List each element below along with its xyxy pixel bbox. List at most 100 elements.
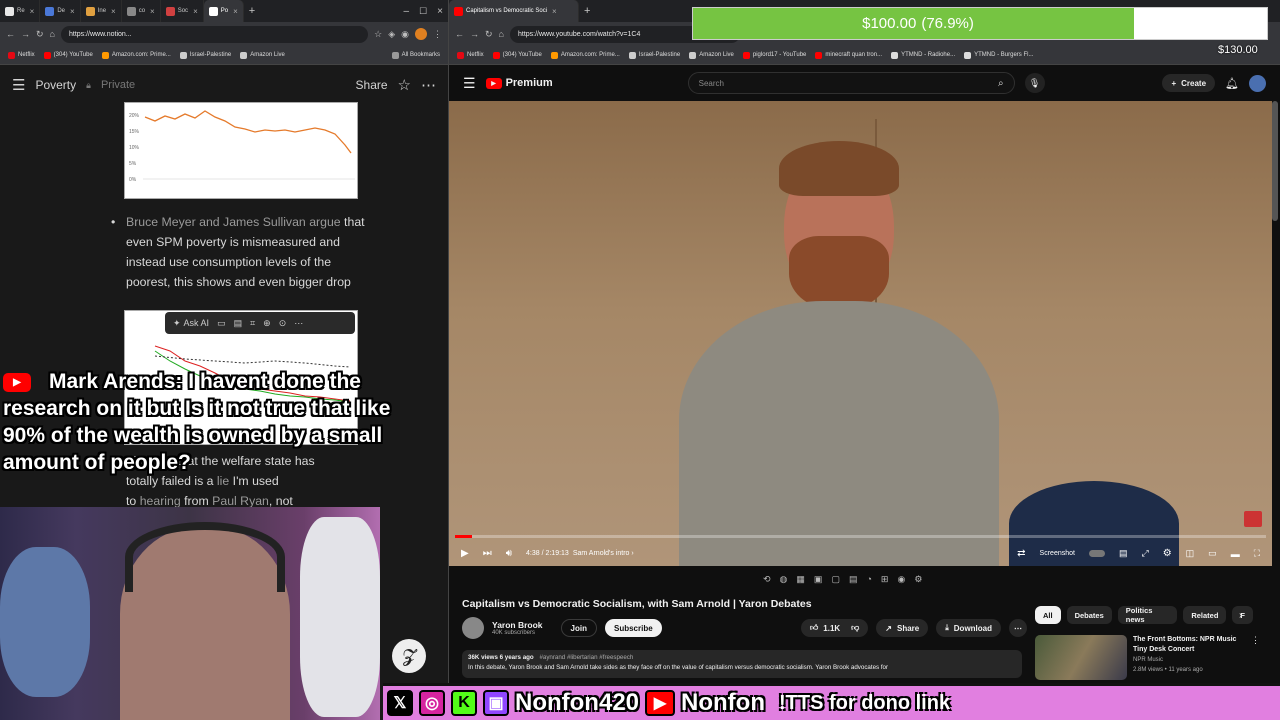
more-icon[interactable]: ⋯ [294, 318, 303, 329]
cast-icon[interactable]: ▬ [1231, 549, 1240, 559]
bookmark-ytmnd-burgers[interactable]: YTMND - Burgers Fl... [964, 51, 1033, 59]
tab-5[interactable]: Soc × [161, 0, 204, 22]
close-tab-icon[interactable]: × [70, 7, 75, 16]
subtitles-icon[interactable]: ▤ [1119, 548, 1128, 559]
crop-icon[interactable]: ⌗ [250, 318, 255, 329]
bookmark-netflix[interactable]: Netflix [457, 51, 484, 59]
search-icon[interactable]: ⌕ [998, 78, 1004, 89]
channel-avatar[interactable] [462, 617, 484, 639]
autoplay-toggle[interactable] [1088, 550, 1105, 557]
close-tab-icon[interactable]: × [150, 7, 155, 16]
bookmark-youtube[interactable]: (304) YouTube [492, 51, 542, 59]
forward-icon[interactable]: → [470, 29, 479, 39]
volume-icon[interactable]: 🔊︎ [506, 548, 512, 559]
bookmark-israel-palestine[interactable]: Israel-Palestine [628, 51, 680, 59]
lie-link[interactable]: lie [217, 474, 229, 488]
close-tab-icon[interactable]: × [552, 7, 557, 16]
privacy-label[interactable]: Private [101, 79, 135, 91]
share-button[interactable]: ↗ Share [876, 619, 929, 637]
filter-icon[interactable]: ▦ [796, 574, 805, 585]
argue-link[interactable]: argue [309, 215, 340, 229]
join-button[interactable]: Join [560, 619, 597, 637]
address-bar[interactable]: https://www.notion... [60, 25, 369, 43]
extension-icon[interactable]: ◉ [401, 29, 409, 40]
speed-icon[interactable]: ◔ [866, 574, 871, 584]
play-icon[interactable]: ▶ [461, 548, 469, 559]
new-tab-button[interactable]: + [244, 0, 260, 22]
zoom-in-icon[interactable]: ⊕ [263, 318, 271, 329]
menu-icon[interactable]: ⋮ [433, 29, 442, 40]
tab-4[interactable]: co × [122, 0, 161, 22]
tab-youtube[interactable]: Capitalism vs Democratic Soci × [449, 0, 579, 22]
chevron-right-icon[interactable]: › [1239, 610, 1242, 621]
paul-ryan-link[interactable]: Paul Ryan [212, 494, 269, 508]
chip-all[interactable]: All [1035, 606, 1061, 624]
tab-6-active[interactable]: Po × [203, 0, 244, 22]
menu-hamburger-icon[interactable]: ☰ [463, 75, 476, 92]
description-box[interactable]: 36K views 6 years ago #aynrand #libertar… [462, 650, 1022, 678]
comment-icon[interactable]: ▭ [217, 318, 226, 329]
theater-icon[interactable]: ▭ [1208, 548, 1217, 559]
tab-3[interactable]: Ine × [81, 0, 122, 22]
caption-icon[interactable]: ▤ [234, 318, 243, 329]
create-button[interactable]: + Create [1162, 74, 1216, 92]
fullscreen-icon[interactable]: ⛶ [1254, 548, 1260, 559]
download-icon[interactable]: ⊙ [279, 318, 287, 329]
screenshot-button[interactable]: Screenshot [1040, 550, 1075, 557]
more-vert-icon[interactable]: ⋮ [1251, 635, 1260, 680]
gear-icon[interactable]: ⚙ [914, 574, 922, 585]
camera-icon[interactable]: ◉ [897, 574, 905, 585]
bookmark-star-icon[interactable]: ☆ [374, 29, 382, 40]
youtube-logo[interactable]: ▶ Premium [485, 77, 553, 89]
avatar[interactable] [1249, 74, 1266, 92]
frame-icon[interactable]: ▢ [831, 574, 840, 585]
bookmark-netflix[interactable]: Netflix [8, 51, 35, 59]
all-bookmarks[interactable]: All Bookmarks [391, 51, 440, 59]
bookmark-amazon-live[interactable]: Amazon Live [689, 51, 734, 59]
share-button[interactable]: Share [356, 78, 388, 92]
bookmark-israel-palestine[interactable]: Israel-Palestine [179, 51, 231, 59]
miniplayer-icon[interactable]: ◫ [1186, 548, 1195, 559]
chip-politics-news[interactable]: Politics news [1117, 606, 1178, 624]
expand-icon[interactable]: ⤢ [1141, 548, 1148, 559]
close-window-button[interactable]: × [432, 0, 448, 22]
close-tab-icon[interactable]: × [233, 7, 238, 16]
hashtags[interactable]: #aynrand #libertarian #freespeech [539, 654, 633, 661]
video-player[interactable] [449, 101, 1272, 566]
back-icon[interactable]: ← [6, 29, 15, 39]
chip-debates[interactable]: Debates [1066, 606, 1112, 624]
next-icon[interactable]: ⏭ [483, 548, 492, 559]
minimize-button[interactable]: – [399, 0, 415, 22]
forward-icon[interactable]: → [21, 29, 30, 39]
mic-icon[interactable]: 🎙︎ [1024, 73, 1045, 93]
bookmark-amazon[interactable]: Amazon.com: Prime... [101, 51, 171, 59]
chapter-label[interactable]: Sam Arnold's intro › [573, 550, 634, 557]
film-icon[interactable]: ▣ [814, 574, 823, 585]
reload-icon[interactable]: ↻ [485, 29, 493, 40]
tab-2[interactable]: De × [40, 0, 81, 22]
chip-more[interactable]: F [1232, 606, 1253, 624]
swap-icon[interactable]: ⇄ [1017, 548, 1025, 559]
reload-icon[interactable]: ↻ [36, 29, 44, 40]
hearing-link[interactable]: hearing [140, 494, 181, 508]
settings-gear-icon[interactable]: ⚙ [1163, 548, 1172, 559]
bookmark-piglord[interactable]: piglord17 - YouTube [742, 51, 806, 59]
audio-icon[interactable]: ◍ [780, 574, 788, 585]
add-icon[interactable]: ⊞ [881, 574, 889, 585]
home-icon[interactable]: ⌂ [50, 29, 55, 39]
more-options-icon[interactable]: ⋯ [421, 76, 436, 94]
search-input[interactable]: Search ⌕ [687, 72, 1015, 94]
bookmark-youtube[interactable]: (304) YouTube [43, 51, 93, 59]
thumbs-down-icon[interactable]: 👎︎ [851, 623, 859, 633]
recommended-video[interactable]: The Front Bottoms: NPR Music Tiny Desk C… [1035, 635, 1260, 680]
bell-icon[interactable]: 🔔︎ [1225, 77, 1239, 90]
bookmark-amazon-live[interactable]: Amazon Live [240, 51, 285, 59]
ask-ai-button[interactable]: ✦ Ask AI [173, 318, 209, 329]
more-actions-button[interactable]: ⋯ [1009, 619, 1027, 637]
close-tab-icon[interactable]: × [193, 7, 198, 16]
bookmark-ytmnd-radiohead[interactable]: YTMND - Radiohe... [891, 51, 955, 59]
download-button[interactable]: ⤓ Download [936, 619, 1001, 637]
new-tab-button[interactable]: + [579, 0, 595, 22]
bookmark-amazon[interactable]: Amazon.com: Prime... [550, 51, 620, 59]
home-icon[interactable]: ⌂ [499, 29, 504, 39]
